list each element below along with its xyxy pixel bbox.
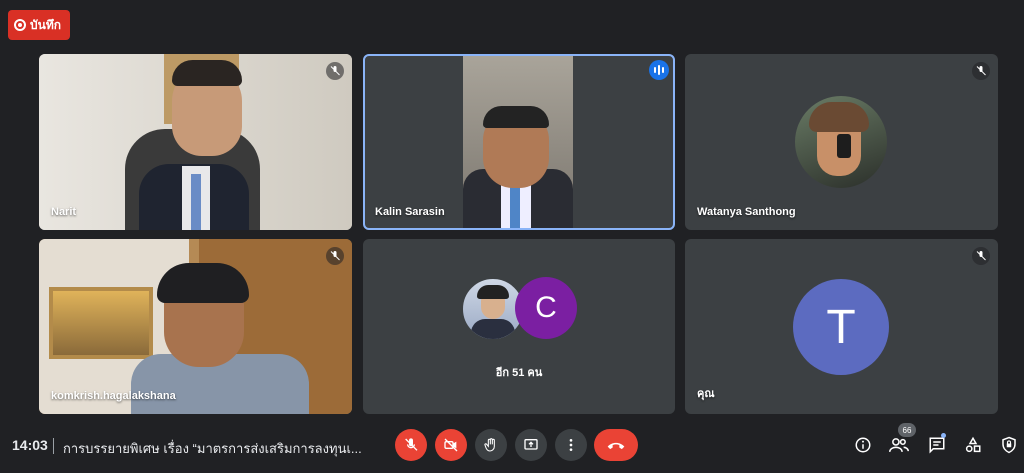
participant-name: komkrish.hagalakshana [51, 390, 176, 402]
record-icon [14, 19, 26, 31]
more-options-button[interactable] [555, 429, 587, 461]
participant-avatar-letter: T [793, 279, 889, 375]
participant-name: Narit [51, 206, 77, 218]
speaking-icon [649, 60, 669, 80]
participant-tile-others[interactable]: C อีก 51 คน [363, 239, 675, 414]
participants-count-badge: 66 [898, 423, 916, 437]
participant-tile-narit[interactable]: Narit [39, 54, 352, 230]
activities-button[interactable] [962, 434, 984, 456]
participant-avatar [795, 96, 887, 188]
people-button[interactable] [888, 434, 910, 456]
participant-avatar-letter: C [515, 277, 577, 339]
video-feed [39, 239, 352, 414]
participant-name: Watanya Santhong [697, 206, 796, 218]
end-call-icon [607, 442, 625, 450]
video-feed [39, 54, 352, 230]
chat-notification-dot [941, 433, 946, 438]
record-label: บันทึก [30, 17, 61, 32]
video-feed [363, 54, 675, 230]
record-indicator[interactable]: บันทึก [8, 10, 70, 40]
divider [53, 438, 54, 454]
participant-name: Kalin Sarasin [375, 206, 445, 218]
people-icon [889, 438, 909, 453]
present-button[interactable] [515, 429, 547, 461]
participant-tile-watanya-santhong[interactable]: Watanya Santhong [685, 54, 998, 230]
participant-tile-self[interactable]: T คุณ [685, 239, 998, 414]
participant-tile-kalin-sarasin[interactable]: Kalin Sarasin [363, 54, 675, 230]
avatar-letter: C [535, 291, 557, 324]
meeting-time: 14:03 [12, 437, 48, 453]
camera-toggle-button[interactable] [435, 429, 467, 461]
meeting-details-button[interactable] [852, 434, 874, 456]
camera-off-icon [444, 438, 458, 452]
chat-icon [929, 437, 945, 454]
mic-toggle-button[interactable] [395, 429, 427, 461]
info-icon [855, 437, 871, 453]
more-options-icon [569, 439, 573, 451]
host-controls-button[interactable] [998, 434, 1020, 456]
mic-off-icon [326, 247, 344, 265]
activities-icon [965, 436, 981, 453]
participant-tile-komkrish[interactable]: komkrish.hagalakshana [39, 239, 352, 414]
raise-hand-button[interactable] [475, 429, 507, 461]
host-controls-icon [1002, 436, 1016, 454]
mic-off-icon [405, 438, 418, 451]
mic-off-icon [972, 62, 990, 80]
present-icon [524, 439, 538, 450]
avatar-letter: T [826, 300, 856, 354]
others-count-label: อีก 51 คน [495, 367, 543, 379]
raise-hand-icon [484, 438, 495, 452]
mic-off-icon [326, 62, 344, 80]
mic-off-icon [972, 247, 990, 265]
end-call-button[interactable] [594, 429, 638, 461]
meeting-title: การบรรยายพิเศษ เรื่อง “มาตรการส่งเสริมกา… [63, 441, 362, 456]
participant-name: คุณ [697, 388, 715, 400]
